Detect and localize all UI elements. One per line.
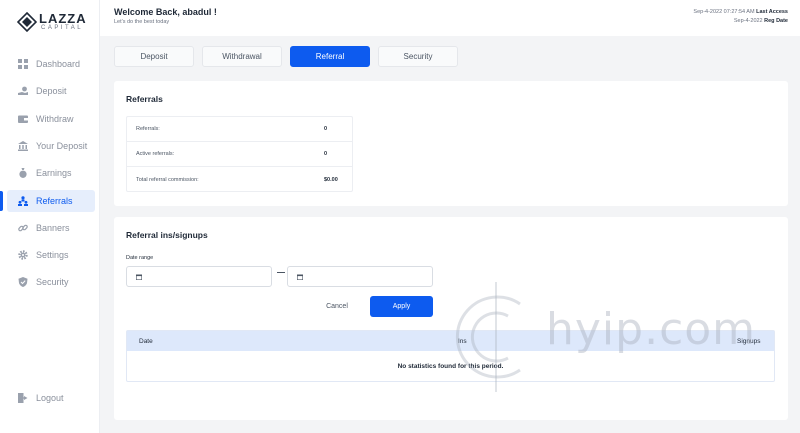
stat-row: Total referral commission: $0.00	[127, 167, 352, 192]
stat-value: $0.00	[324, 176, 338, 183]
logout-button[interactable]: Logout	[7, 387, 95, 409]
table-header: Date Ins Signups	[127, 331, 774, 351]
apply-button[interactable]: Apply	[370, 296, 433, 317]
calendar-icon	[297, 274, 303, 280]
sidebar-item-label: Your Deposit	[36, 141, 88, 151]
reg-date-value: Sep-4-2022	[733, 18, 763, 24]
logo[interactable]: LAZZA CAPITAL	[17, 11, 87, 35]
last-access-value: Sep-4-2022 07:27:54 AM	[693, 9, 755, 15]
sidebar-item-label: Withdraw	[36, 114, 74, 124]
sidebar-item-label: Earnings	[36, 168, 72, 178]
referrals-stats-table: Referrals: 0 Active referrals: 0 Total r…	[126, 116, 353, 192]
sidebar-item-label: Dashboard	[36, 59, 81, 69]
welcome-title: Welcome Back, abadul !	[114, 7, 217, 17]
stat-value: 0	[324, 151, 328, 157]
logout-icon	[18, 393, 28, 403]
tab-deposit[interactable]: Deposit	[114, 46, 194, 67]
date-range-label: Date range	[126, 255, 154, 261]
column-header-date: Date	[139, 338, 153, 345]
referrals-card: Referrals Referrals: 0 Active referrals:…	[114, 81, 788, 206]
sidebar-item-referrals[interactable]: Referrals	[7, 190, 95, 212]
sidebar-item-label: Referrals	[36, 196, 73, 206]
sidebar-item-label: Security	[36, 277, 69, 287]
top-header: Welcome Back, abadul ! Let's do the best…	[100, 0, 800, 36]
sidebar-item-withdraw[interactable]: Withdraw	[7, 108, 95, 130]
stat-value: 0	[324, 126, 328, 132]
column-header-ins: Ins	[458, 338, 467, 345]
sidebar-item-dashboard[interactable]: Dashboard	[7, 53, 95, 75]
welcome-subtitle: Let's do the best today	[114, 19, 170, 25]
logo-mark-icon	[17, 12, 37, 32]
stat-row: Active referrals: 0	[127, 142, 352, 167]
sidebar-item-label: Settings	[36, 250, 69, 260]
tab-security[interactable]: Security	[378, 46, 458, 67]
stat-label: Referrals:	[136, 126, 160, 132]
signups-table: Date Ins Signups No statistics found for…	[126, 330, 775, 382]
sidebar-item-your-deposit[interactable]: Your Deposit	[7, 135, 95, 157]
sidebar-item-deposit[interactable]: Deposit	[7, 80, 95, 102]
date-from-input[interactable]	[126, 266, 272, 287]
stat-label: Total referral commission:	[136, 176, 199, 183]
date-to-input[interactable]	[287, 266, 433, 287]
cancel-button[interactable]: Cancel	[320, 295, 354, 317]
logout-label: Logout	[36, 393, 64, 403]
sidebar-item-security[interactable]: Security	[7, 271, 95, 293]
sidebar-item-label: Banners	[36, 223, 70, 233]
signups-card: Referral ins/signups Date range Cancel A…	[114, 217, 788, 420]
stat-label: Active referrals:	[136, 151, 175, 157]
grid-icon	[18, 59, 28, 69]
link-icon	[18, 224, 28, 232]
brand-name: LAZZA	[39, 11, 87, 26]
wallet-icon	[18, 115, 28, 123]
brand-subtitle: CAPITAL	[41, 25, 84, 31]
sidebar-item-banners[interactable]: Banners	[7, 217, 95, 239]
hand-coin-icon	[18, 86, 28, 95]
sidebar-item-label: Deposit	[36, 86, 67, 96]
stat-row: Referrals: 0	[127, 117, 352, 142]
money-bag-icon	[19, 168, 27, 178]
active-indicator	[0, 191, 3, 211]
referrals-title: Referrals	[126, 94, 163, 104]
last-access: Sep-4-2022 07:27:54 AM Last Access	[693, 9, 788, 15]
sidebar: LAZZA CAPITAL Dashboard Deposit Withdraw…	[0, 0, 100, 433]
sidebar-item-earnings[interactable]: Earnings	[7, 162, 95, 184]
shield-icon	[18, 277, 28, 287]
calendar-icon	[136, 274, 142, 280]
gear-icon	[18, 250, 28, 260]
date-range-separator	[277, 272, 285, 273]
sidebar-item-settings[interactable]: Settings	[7, 244, 95, 266]
empty-state-message: No statistics found for this period.	[397, 363, 504, 370]
tab-withdrawal[interactable]: Withdrawal	[202, 46, 282, 67]
column-header-signups: Signups	[737, 338, 761, 345]
people-icon	[18, 196, 28, 206]
last-access-label: Last Access	[756, 9, 788, 15]
reg-date: Sep-4-2022 Reg Date	[734, 18, 788, 24]
signups-title: Referral ins/signups	[126, 230, 208, 240]
tab-referral[interactable]: Referral	[290, 46, 370, 67]
reg-date-label: Reg Date	[764, 18, 788, 24]
bank-icon	[18, 141, 28, 151]
